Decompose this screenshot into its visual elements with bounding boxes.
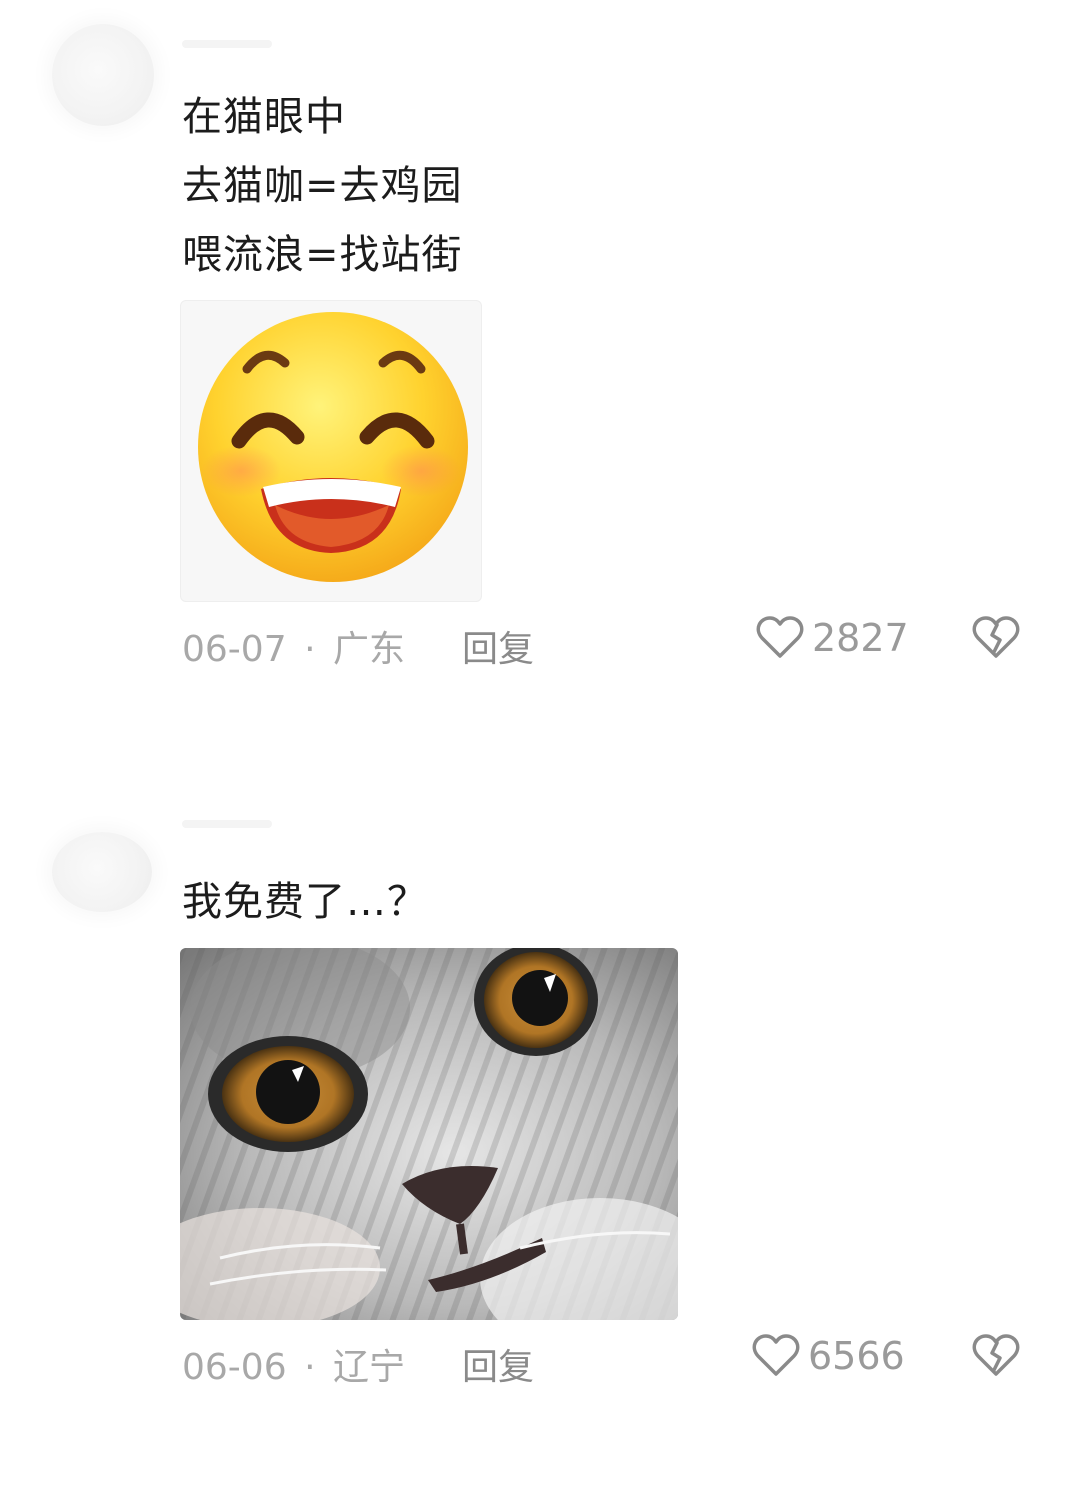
like-count: 2827 <box>812 616 909 660</box>
like-button[interactable]: 6566 <box>752 1334 905 1378</box>
comment-date: 06-07 · 广东 <box>182 629 405 670</box>
heart-icon <box>756 616 804 658</box>
comment-text-line: 我免费了…？ <box>182 879 428 925</box>
grinning-face-emoji <box>198 312 468 582</box>
username[interactable] <box>182 40 272 48</box>
comment-text-line: 在猫眼中 <box>182 94 346 140</box>
avatar[interactable] <box>52 24 154 126</box>
broken-heart-icon <box>972 1334 1020 1376</box>
dislike-button[interactable] <box>972 1334 1020 1387</box>
reply-button[interactable]: 回复 <box>462 620 534 672</box>
like-button[interactable]: 2827 <box>756 616 909 660</box>
comment-text-line: 去猫咖=去鸡园 <box>182 163 463 209</box>
dislike-button[interactable] <box>972 616 1020 669</box>
comment-meta: 06-07 · 广东 回复 2827 <box>182 616 1080 672</box>
heart-icon <box>752 1334 800 1376</box>
cat-photo[interactable] <box>180 948 678 1320</box>
comment-location: 辽宁 <box>332 1347 405 1388</box>
comment-meta: 06-06 · 辽宁 回复 6566 <box>182 1334 1080 1390</box>
emoji-sticker[interactable] <box>180 300 482 602</box>
broken-heart-icon <box>972 616 1020 658</box>
comment-text-line: 喂流浪=找站街 <box>182 232 463 278</box>
cat-face-closeup <box>180 948 678 1320</box>
like-count: 6566 <box>808 1334 905 1378</box>
comment-date: 06-06 · 辽宁 <box>182 1347 405 1388</box>
avatar[interactable] <box>52 832 152 912</box>
reply-button[interactable]: 回复 <box>462 1338 534 1390</box>
comment-location: 广东 <box>332 629 405 670</box>
username[interactable] <box>182 820 272 828</box>
